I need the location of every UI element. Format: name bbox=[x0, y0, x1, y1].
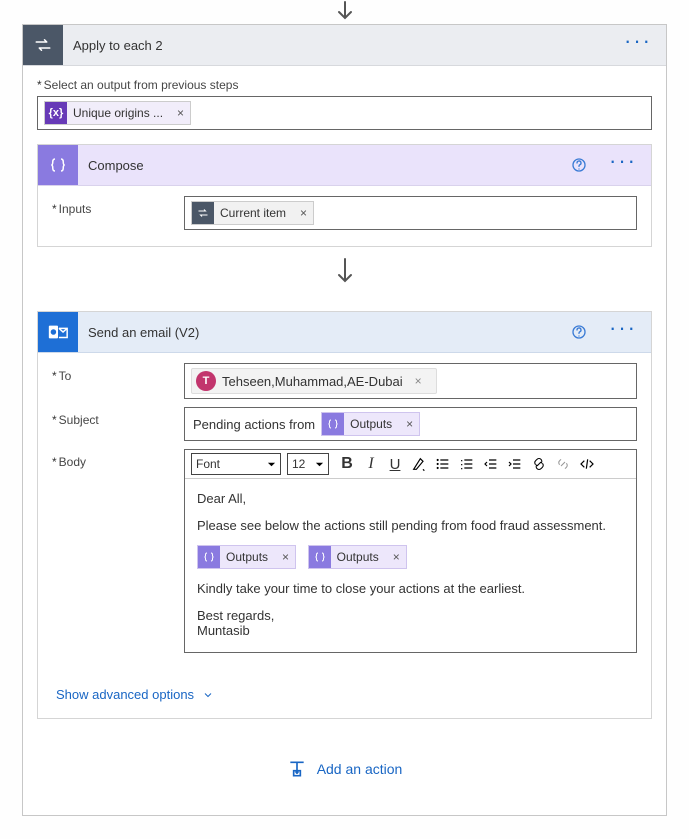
show-advanced-link[interactable]: Show advanced options bbox=[52, 687, 214, 702]
body-line: Dear All, bbox=[197, 491, 624, 506]
variable-icon: {x} bbox=[45, 102, 67, 124]
indent-button[interactable] bbox=[503, 453, 527, 475]
braces-icon bbox=[309, 546, 331, 568]
font-select[interactable]: Font bbox=[191, 453, 281, 475]
code-view-button[interactable] bbox=[575, 453, 599, 475]
email-card: Send an email (V2) ··· *To T Tehseen,Muh… bbox=[37, 311, 652, 719]
color-button[interactable] bbox=[407, 453, 431, 475]
body-line: Please see below the actions still pendi… bbox=[197, 518, 624, 533]
avatar: T bbox=[196, 371, 216, 391]
outdent-button[interactable] bbox=[479, 453, 503, 475]
output-field-label: *Select an output from previous steps bbox=[37, 78, 652, 92]
loop-icon bbox=[23, 25, 63, 65]
token-current-item[interactable]: Current item × bbox=[191, 201, 314, 225]
body-content[interactable]: Dear All, Please see below the actions s… bbox=[185, 479, 636, 652]
recipient-name: Tehseen,Muhammad,AE-Dubai bbox=[222, 374, 403, 389]
to-label: *To bbox=[52, 363, 172, 383]
body-signature: Best regards, Muntasib bbox=[197, 608, 624, 638]
link-button[interactable] bbox=[527, 453, 551, 475]
remove-token[interactable]: × bbox=[387, 550, 406, 564]
apply-to-each-header[interactable]: Apply to each 2 ··· bbox=[23, 25, 666, 66]
loop-icon bbox=[192, 202, 214, 224]
body-line: Kindly take your time to close your acti… bbox=[197, 581, 624, 596]
size-select[interactable]: 12 bbox=[287, 453, 329, 475]
help-icon[interactable] bbox=[563, 157, 595, 173]
to-input[interactable]: T Tehseen,Muhammad,AE-Dubai × bbox=[184, 363, 637, 399]
flow-arrow-top bbox=[0, 0, 689, 24]
body-tokens: Outputs × Outputs × bbox=[197, 545, 624, 569]
flow-arrow bbox=[37, 247, 652, 297]
add-step-icon bbox=[287, 759, 307, 779]
chevron-down-icon bbox=[202, 689, 214, 701]
email-title: Send an email (V2) bbox=[78, 325, 563, 340]
token-outputs[interactable]: Outputs × bbox=[308, 545, 407, 569]
editor-toolbar: Font 12 B I U bbox=[185, 450, 636, 479]
subject-label: *Subject bbox=[52, 407, 172, 427]
remove-recipient[interactable]: × bbox=[409, 374, 428, 388]
remove-token[interactable]: × bbox=[171, 106, 190, 120]
braces-icon bbox=[198, 546, 220, 568]
body-label: *Body bbox=[52, 449, 172, 469]
compose-card: Compose ··· *Inputs Current item × bbox=[37, 144, 652, 247]
help-icon[interactable] bbox=[563, 324, 595, 340]
more-menu[interactable]: ··· bbox=[595, 156, 651, 166]
bullet-list-button[interactable] bbox=[431, 453, 455, 475]
apply-to-each-title: Apply to each 2 bbox=[63, 38, 610, 53]
number-list-button[interactable] bbox=[455, 453, 479, 475]
subject-input[interactable]: Pending actions from Outputs × bbox=[184, 407, 637, 441]
token-outputs[interactable]: Outputs × bbox=[197, 545, 296, 569]
compose-inputs[interactable]: Current item × bbox=[184, 196, 637, 230]
remove-token[interactable]: × bbox=[294, 206, 313, 220]
outlook-icon bbox=[38, 312, 78, 352]
add-action-button[interactable]: Add an action bbox=[287, 759, 403, 779]
output-input[interactable]: {x} Unique origins ... × bbox=[37, 96, 652, 130]
compose-header[interactable]: Compose ··· bbox=[38, 145, 651, 186]
inputs-label: *Inputs bbox=[52, 196, 172, 216]
token-outputs[interactable]: Outputs × bbox=[321, 412, 420, 436]
braces-icon bbox=[38, 145, 78, 185]
underline-button[interactable]: U bbox=[383, 453, 407, 475]
unlink-button[interactable] bbox=[551, 453, 575, 475]
body-editor: Font 12 B I U bbox=[184, 449, 637, 653]
bold-button[interactable]: B bbox=[335, 453, 359, 475]
remove-token[interactable]: × bbox=[276, 550, 295, 564]
braces-icon bbox=[322, 413, 344, 435]
token-unique-origins[interactable]: {x} Unique origins ... × bbox=[44, 101, 191, 125]
apply-to-each-container: Apply to each 2 ··· *Select an output fr… bbox=[22, 24, 667, 816]
more-menu[interactable]: ··· bbox=[610, 36, 666, 46]
more-menu[interactable]: ··· bbox=[595, 323, 651, 333]
recipient-token[interactable]: T Tehseen,Muhammad,AE-Dubai × bbox=[191, 368, 437, 394]
remove-token[interactable]: × bbox=[400, 417, 419, 431]
email-header[interactable]: Send an email (V2) ··· bbox=[38, 312, 651, 353]
compose-title: Compose bbox=[78, 158, 563, 173]
italic-button[interactable]: I bbox=[359, 453, 383, 475]
